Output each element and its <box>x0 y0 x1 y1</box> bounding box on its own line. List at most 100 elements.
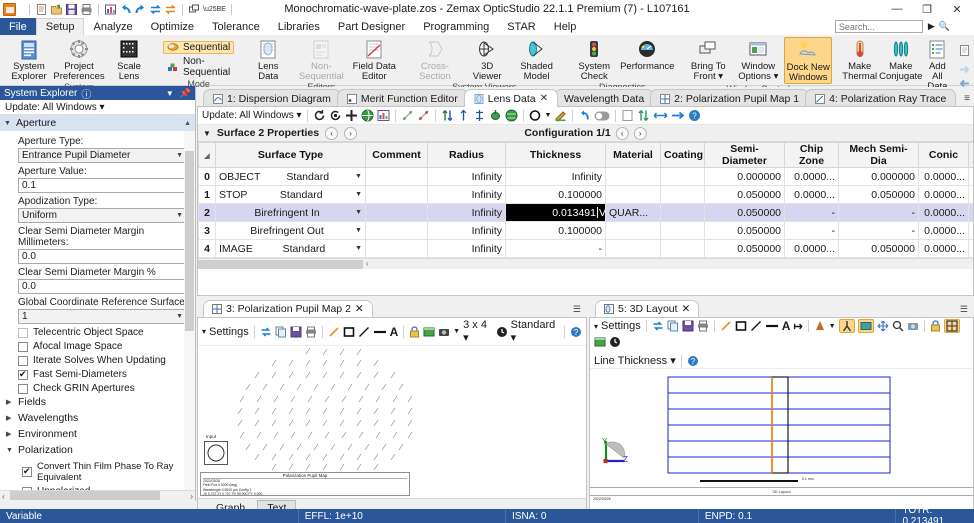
aperture-type-select[interactable]: Entrance Pupil Diameter ▼ <box>18 148 187 163</box>
sidebar-item-environment[interactable]: ▶ Environment <box>0 426 195 442</box>
cell-coating[interactable] <box>660 185 705 204</box>
chevron-down-icon[interactable]: ▼ <box>166 89 174 98</box>
collapse-icon[interactable]: ▲ <box>184 120 191 127</box>
menu-item-programming[interactable]: Programming <box>414 18 498 35</box>
cell-mech-semi-dia[interactable]: 0.000000 <box>838 167 919 186</box>
save-icon[interactable] <box>290 326 302 338</box>
header-surface-type[interactable]: Surface Type <box>215 142 366 168</box>
snapshot-icon[interactable] <box>907 320 919 332</box>
cell-tce[interactable]: 0.00000 <box>968 221 973 240</box>
cell-semi-diameter[interactable]: 0.000000 <box>704 167 785 186</box>
cell-coating[interactable] <box>660 167 705 186</box>
header-thickness[interactable]: Thickness <box>505 142 606 168</box>
tab-3d-layout[interactable]: 5: 3D Layout ✕ <box>595 300 700 317</box>
cell-material[interactable] <box>605 239 661 258</box>
tab-polarization-ray-trace[interactable]: 4: Polarization Ray Trace <box>805 89 957 107</box>
scroll-left-icon[interactable]: ‹ <box>2 492 5 501</box>
help-icon[interactable]: ? <box>570 326 582 338</box>
maximize-button[interactable]: ❐ <box>912 0 942 18</box>
tab-dispersion-diagram[interactable]: 1: Dispersion Diagram <box>203 89 341 107</box>
header-radius[interactable]: Radius <box>427 142 506 168</box>
chevron-down-icon[interactable]: ▼ <box>355 245 362 252</box>
settings-button[interactable]: Settings <box>601 320 641 332</box>
cell-chip-zone[interactable]: - <box>784 203 839 222</box>
remove-solve-icon[interactable] <box>401 109 414 122</box>
header-material[interactable]: Material <box>605 142 661 168</box>
check-grin-apertures-checkbox[interactable]: Check GRIN Apertures <box>0 380 195 394</box>
settings-expand-icon[interactable]: ▾ <box>202 327 206 336</box>
tab-merit-function-editor[interactable]: Merit Function Editor <box>336 89 468 107</box>
clock-icon[interactable] <box>609 336 621 348</box>
cell-thickness[interactable]: - <box>505 239 606 258</box>
cell-conic[interactable]: 0.0000... <box>918 239 969 258</box>
pane-menu-icon[interactable]: ☰ <box>960 304 968 315</box>
page-icon[interactable] <box>621 109 634 122</box>
cell-surface-type[interactable]: OBJECT Standard ▼ <box>215 167 366 186</box>
system-explorer-hscrollbar[interactable]: ‹ › <box>0 490 195 501</box>
cell-tce[interactable] <box>968 203 973 222</box>
performance-button[interactable]: Performance <box>620 37 674 72</box>
next-config-button[interactable]: › <box>633 126 647 140</box>
close-icon[interactable]: ✕ <box>682 303 691 315</box>
reverse-surfaces-icon[interactable] <box>457 109 470 122</box>
window-options-button[interactable]: Window Options ▾ <box>734 37 782 82</box>
tab-wavelength-data[interactable]: Wavelength Data <box>554 89 655 107</box>
menu-item-part-designer[interactable]: Part Designer <box>329 18 414 35</box>
cell-comment[interactable] <box>365 221 428 240</box>
sidebar-item-wavelengths[interactable]: ▶ Wavelengths <box>0 410 195 426</box>
add-surface-icon[interactable] <box>345 109 358 122</box>
menu-item-file[interactable]: File <box>0 18 36 35</box>
text-icon[interactable]: A <box>782 319 791 333</box>
csd-margin-mm-input[interactable]: 0.0 <box>18 249 187 264</box>
cell-material[interactable] <box>605 185 661 204</box>
settings-button[interactable]: Settings <box>209 326 249 338</box>
help-icon[interactable]: ? <box>688 109 701 122</box>
unpolarized-checkbox[interactable]: Unpolarized <box>0 483 195 490</box>
tab-polarization-pupil-map-2[interactable]: 3: Polarization Pupil Map 2 ✕ <box>203 300 373 317</box>
header-corner[interactable]: ◢ <box>198 142 216 168</box>
thickness-edit-field[interactable]: 0.013491 V <box>506 204 605 221</box>
cell-coating[interactable] <box>660 221 705 240</box>
open-file-icon[interactable] <box>50 3 63 16</box>
previous-surface-button[interactable]: ‹ <box>325 126 339 140</box>
expand-icon[interactable]: ▼ <box>203 129 211 138</box>
sort-surfaces-icon[interactable] <box>441 109 454 122</box>
menu-item-optimize[interactable]: Optimize <box>142 18 203 35</box>
header-mech-semi-dia[interactable]: Mech Semi-Dia <box>838 142 919 168</box>
table-row[interactable]: 4 IMAGE Standard ▼ Infinity - 0.050000 0.0… <box>198 239 973 258</box>
save-icon[interactable] <box>682 320 694 332</box>
table-row[interactable]: 0 OBJECT Standard ▼ Infinity Infinity 0.00… <box>198 167 973 186</box>
cell-coating[interactable] <box>660 203 705 222</box>
cell-radius[interactable]: Infinity <box>427 221 506 240</box>
cell-semi-diameter[interactable]: 0.050000 <box>704 203 785 222</box>
scroll-right-icon[interactable]: › <box>190 492 193 501</box>
line-icon[interactable] <box>358 326 370 338</box>
iterate-solves-checkbox[interactable]: Iterate Solves When Updating <box>0 352 195 366</box>
cell-semi-diameter[interactable]: 0.050000 <box>704 185 785 204</box>
cell-chip-zone[interactable]: 0.0000... <box>784 239 839 258</box>
cell-material[interactable] <box>605 167 661 186</box>
update-all-windows-dropdown[interactable]: Update: All Windows ▾ <box>202 110 302 121</box>
table-row[interactable]: 1 STOP Standard ▼ Infinity 0.100000 0.0500… <box>198 185 973 204</box>
chevron-down-icon[interactable]: ▼ <box>355 191 362 198</box>
dimension-icon[interactable]: ↦ <box>793 320 802 333</box>
rotate-view-icon[interactable] <box>838 319 855 333</box>
insert-surface-after-icon[interactable] <box>329 109 342 122</box>
cell-radius[interactable]: Infinity <box>427 185 506 204</box>
sidebar-item-polarization[interactable]: ▼ Polarization <box>0 442 195 458</box>
grid-size-dropdown[interactable]: 3 x 4 ▾ <box>463 319 493 344</box>
system-check-button[interactable]: System Check <box>570 37 618 82</box>
lock-icon[interactable] <box>409 325 420 338</box>
field-data-editor-button[interactable]: Field Data Editor <box>350 37 398 82</box>
update-all-icon[interactable] <box>164 3 177 16</box>
chevron-down-icon[interactable]: ▼ <box>545 112 552 119</box>
menu-item-setup[interactable]: Setup <box>35 18 85 35</box>
cell-radius[interactable]: Infinity <box>427 239 506 258</box>
cell-tce[interactable]: 0.00000 <box>968 239 973 258</box>
cell-radius[interactable]: Infinity <box>427 203 506 222</box>
text-icon[interactable]: A <box>390 325 399 339</box>
aperture-icon[interactable] <box>529 109 542 122</box>
clock-icon[interactable] <box>496 326 508 338</box>
cell-mech-semi-dia[interactable]: 0.050000 <box>838 185 919 204</box>
menu-item-tolerance[interactable]: Tolerance <box>203 18 269 35</box>
